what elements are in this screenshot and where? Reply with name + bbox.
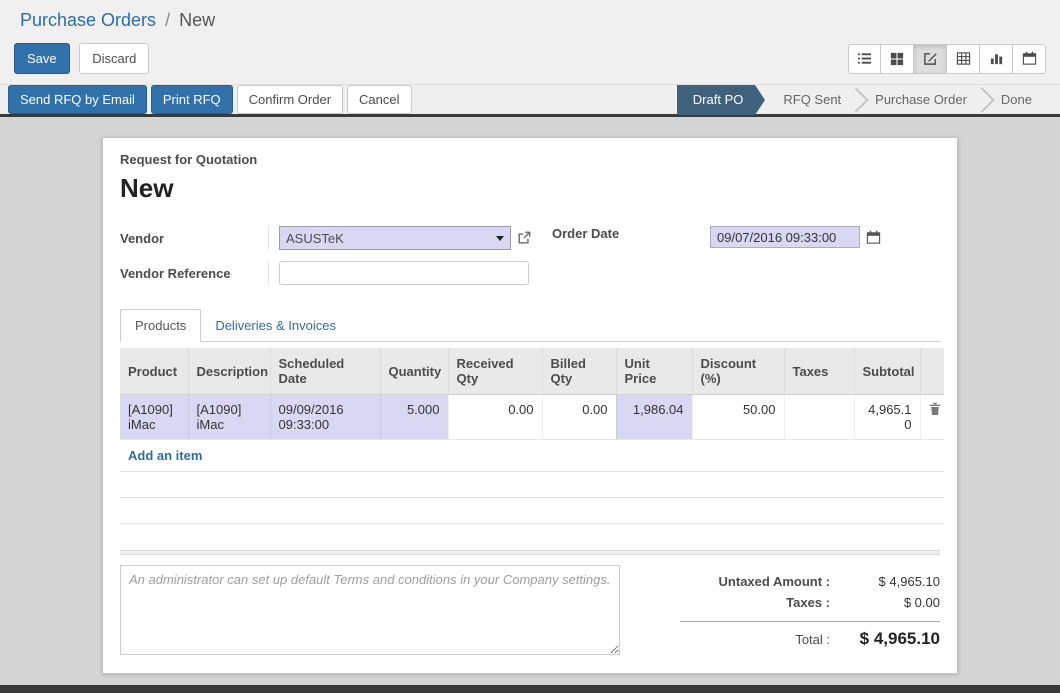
vendor-select[interactable]: ASUSTeK [279, 226, 511, 250]
cell-received-qty: 0.00 [448, 395, 542, 440]
column-header-product: Product [120, 348, 188, 395]
column-header-billed-qty: Billed Qty [542, 348, 616, 395]
external-link-icon[interactable] [517, 231, 531, 245]
order-date-label: Order Date [552, 226, 710, 241]
delete-row-button[interactable] [920, 395, 944, 440]
breadcrumb-purchase-orders[interactable]: Purchase Orders [20, 10, 156, 30]
cell-subtotal: 4,965.10 [854, 395, 920, 440]
notebook-tabs: Products Deliveries & Invoices [120, 309, 940, 342]
vendor-reference-label: Vendor Reference [120, 266, 278, 281]
column-header-actions [920, 348, 944, 395]
statusbar: Send RFQ by Email Print RFQ Confirm Orde… [0, 84, 1060, 117]
order-lines-table: Product Description Scheduled Date Quant… [120, 348, 944, 524]
order-date-input[interactable]: 09/07/2016 09:33:00 [710, 226, 860, 248]
table-row: [A1090] iMac [A1090] iMac 09/09/2016 09:… [120, 395, 944, 440]
status-step-purchase-order: Purchase Order [861, 85, 981, 115]
form-sheet: Request for Quotation New Vendor ASUSTeK… [102, 137, 958, 674]
tab-products[interactable]: Products [120, 309, 201, 342]
table-header-row: Product Description Scheduled Date Quant… [120, 348, 944, 395]
graph-view-button[interactable] [980, 44, 1013, 74]
toolbar: Save Discard [0, 35, 1060, 84]
breadcrumb-separator: / [165, 10, 170, 30]
status-steps: Draft PO RFQ Sent Purchase Order Done [677, 85, 1060, 114]
list-icon [857, 51, 872, 66]
totals-block: Untaxed Amount : $ 4,965.10 Taxes : $ 0.… [620, 565, 940, 655]
cell-billed-qty: 0.00 [542, 395, 616, 440]
calendar-view-button[interactable] [1013, 44, 1046, 74]
column-header-taxes: Taxes [784, 348, 854, 395]
column-header-discount: Discount (%) [692, 348, 784, 395]
vendor-label: Vendor [120, 231, 278, 246]
calendar-icon [1022, 51, 1037, 66]
totals-divider [680, 621, 940, 622]
tab-deliveries-invoices[interactable]: Deliveries & Invoices [201, 310, 350, 341]
print-rfq-button[interactable]: Print RFQ [151, 85, 233, 114]
trash-icon [929, 404, 941, 419]
untaxed-amount-label: Untaxed Amount : [719, 574, 830, 589]
view-switcher [848, 44, 1046, 74]
column-header-description: Description [188, 348, 270, 395]
vendor-select-value: ASUSTeK [286, 231, 344, 246]
status-step-draft-po: Draft PO [677, 85, 756, 115]
column-header-unit-price: Unit Price [616, 348, 692, 395]
column-header-quantity: Quantity [380, 348, 448, 395]
cell-unit-price[interactable]: 1,986.04 [616, 395, 692, 440]
add-an-item-link[interactable]: Add an item [120, 440, 944, 472]
terms-conditions-textarea[interactable] [120, 565, 620, 655]
discard-button[interactable]: Discard [79, 43, 149, 74]
breadcrumb-current: New [179, 10, 215, 30]
cell-quantity[interactable]: 5.000 [380, 395, 448, 440]
chevron-down-icon [496, 236, 504, 241]
column-header-subtotal: Subtotal [854, 348, 920, 395]
cell-description[interactable]: [A1090] iMac [188, 395, 270, 440]
vendor-reference-input[interactable] [279, 261, 529, 285]
form-background: Request for Quotation New Vendor ASUSTeK… [0, 117, 1060, 685]
cell-product[interactable]: [A1090] iMac [120, 395, 188, 440]
bottom-dark-strip [0, 685, 1060, 693]
kanban-icon [890, 52, 904, 66]
column-header-scheduled-date: Scheduled Date [270, 348, 380, 395]
edit-icon [923, 51, 938, 66]
empty-row [120, 498, 944, 524]
add-item-row: Add an item [120, 440, 944, 472]
kanban-view-button[interactable] [881, 44, 914, 74]
total-label: Total : [795, 632, 830, 647]
status-step-done: Done [987, 85, 1046, 115]
cell-discount[interactable]: 50.00 [692, 395, 784, 440]
cell-scheduled-date[interactable]: 09/09/2016 09:33:00 [270, 395, 380, 440]
taxes-value: $ 0.00 [830, 595, 940, 610]
bar-chart-icon [989, 51, 1004, 66]
untaxed-amount-value: $ 4,965.10 [830, 574, 940, 589]
sheet-subtitle: Request for Quotation [120, 152, 940, 167]
column-header-received-qty: Received Qty [448, 348, 542, 395]
list-view-button[interactable] [848, 44, 881, 74]
page-title: New [120, 173, 940, 204]
confirm-order-button[interactable]: Confirm Order [237, 85, 343, 114]
cancel-button[interactable]: Cancel [347, 85, 411, 114]
cell-taxes[interactable] [784, 395, 854, 440]
empty-row [120, 472, 944, 498]
pivot-table-icon [956, 51, 971, 66]
save-button[interactable]: Save [14, 43, 70, 74]
calendar-picker-icon[interactable] [866, 230, 881, 245]
section-divider [120, 550, 940, 555]
pivot-view-button[interactable] [947, 44, 980, 74]
send-rfq-by-email-button[interactable]: Send RFQ by Email [8, 85, 147, 114]
breadcrumb: Purchase Orders / New [0, 0, 1060, 35]
total-value: $ 4,965.10 [830, 629, 940, 649]
taxes-label: Taxes : [786, 595, 830, 610]
form-view-button[interactable] [914, 44, 947, 74]
